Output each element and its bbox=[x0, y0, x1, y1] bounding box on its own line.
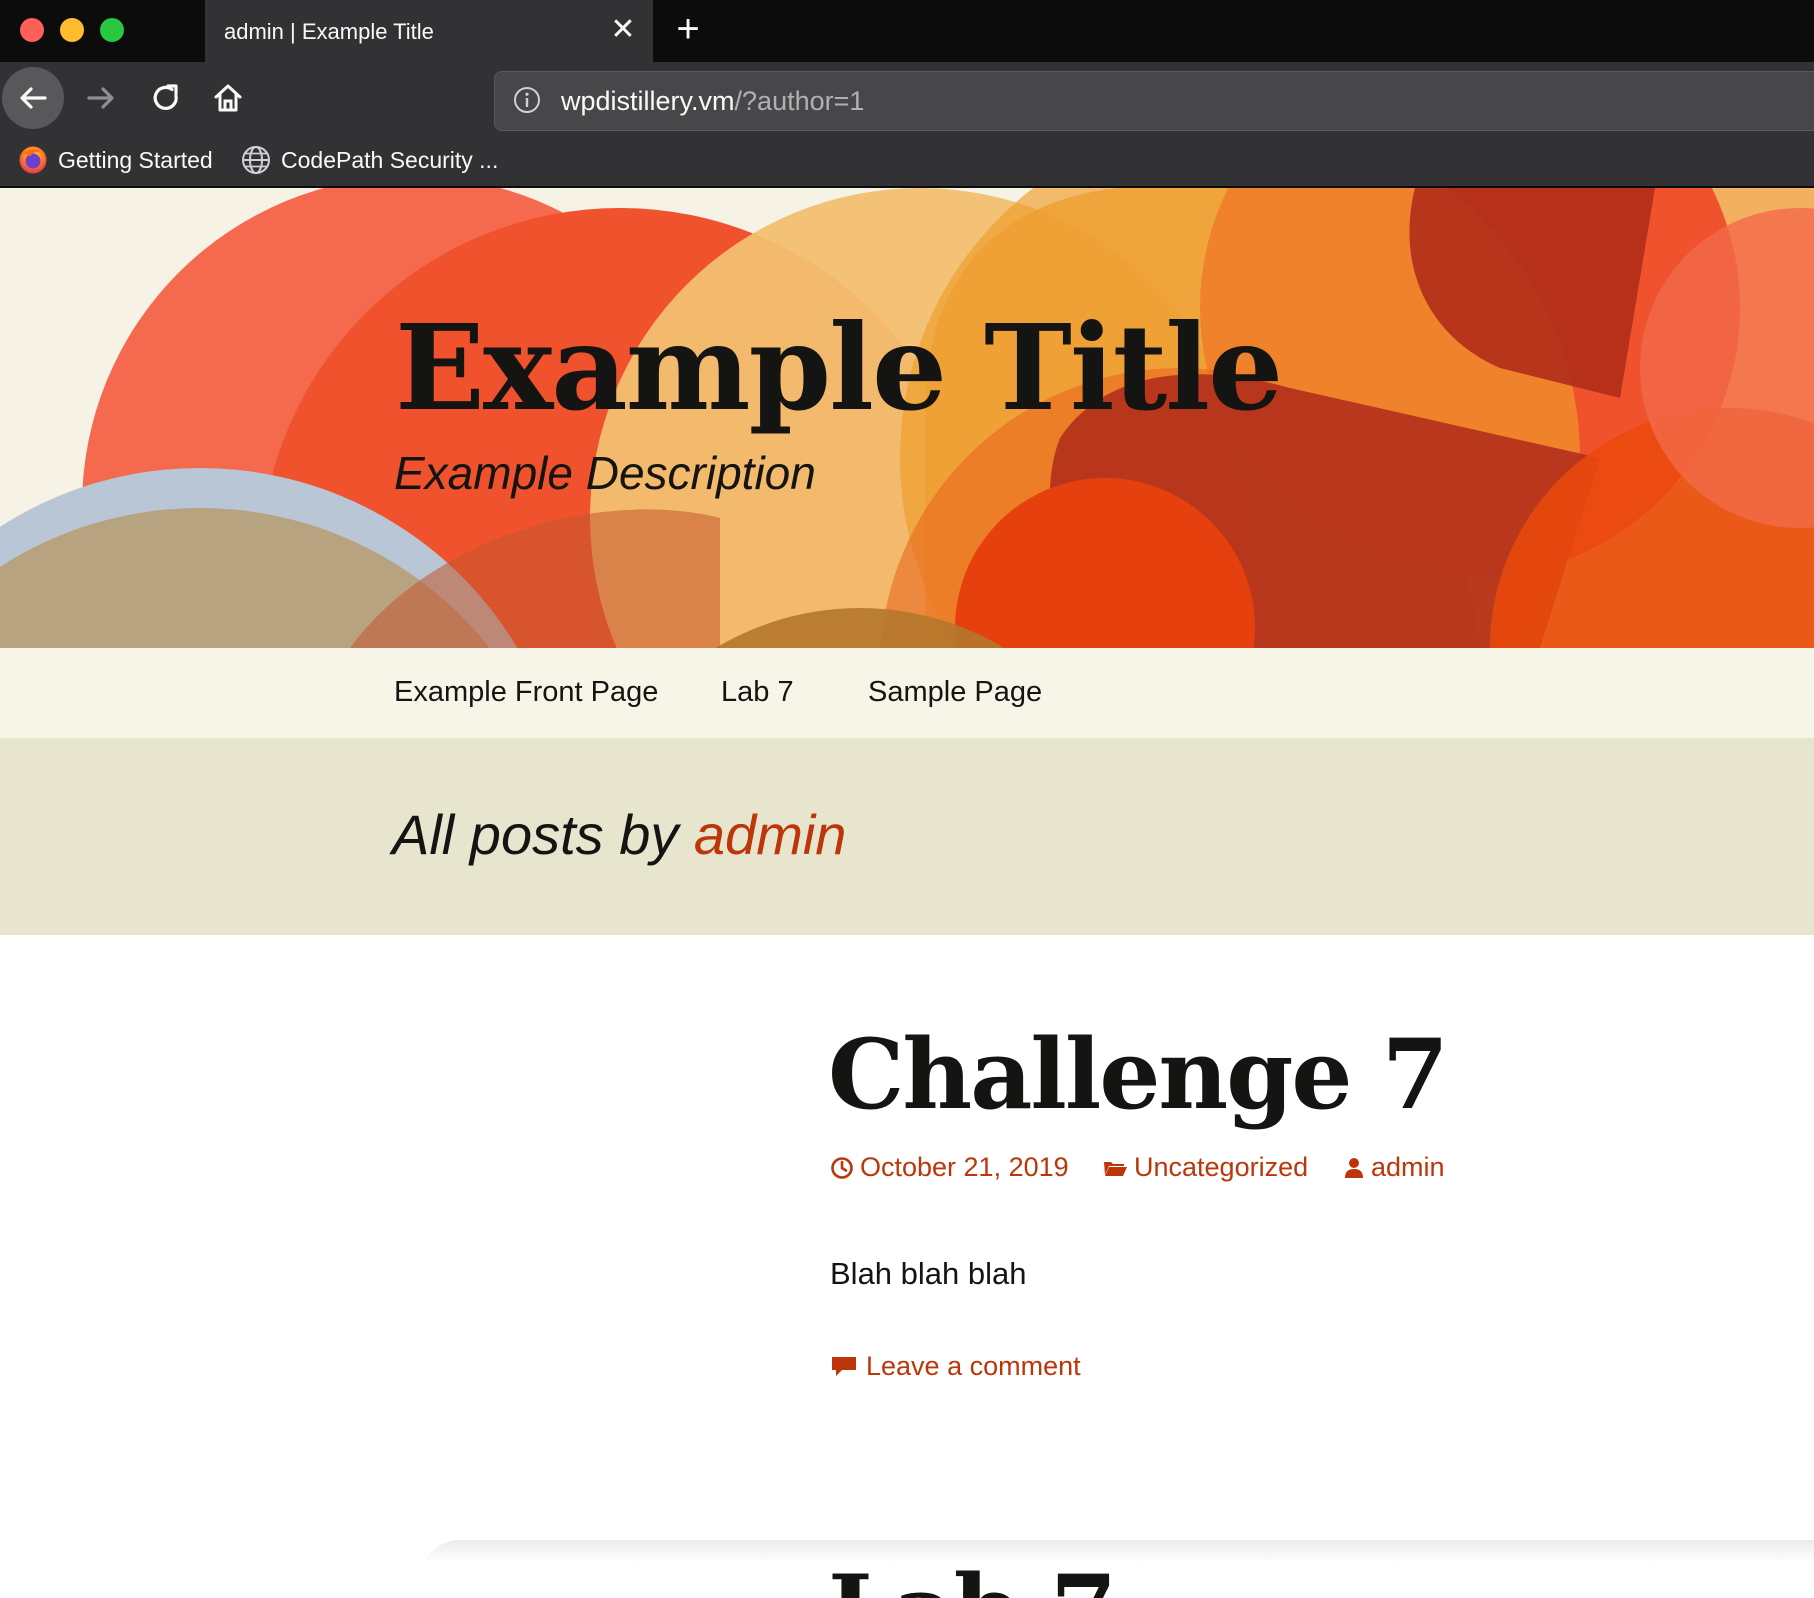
url-text[interactable]: wpdistillery.vm/?author=1 bbox=[561, 86, 864, 117]
bookmark-codepath-security[interactable]: CodePath Security ... bbox=[241, 144, 498, 176]
home-icon bbox=[214, 84, 242, 112]
address-bar[interactable]: wpdistillery.vm/?author=1 bbox=[494, 71, 1814, 131]
next-post-title[interactable]: Lab 7 bbox=[828, 1554, 1117, 1598]
post-category: Uncategorized bbox=[1134, 1152, 1309, 1182]
folder-icon bbox=[1104, 1161, 1127, 1176]
post-content: Blah blah blah bbox=[830, 1256, 1027, 1291]
post-title[interactable]: Challenge 7 bbox=[828, 1018, 1449, 1131]
globe-icon bbox=[242, 146, 270, 174]
post-author-link[interactable]: admin bbox=[1343, 1152, 1445, 1183]
browser-tab-bar: admin | Example Title ✕ + bbox=[0, 0, 1814, 62]
browser-toolbar: wpdistillery.vm/?author=1 bbox=[0, 62, 1814, 134]
post-date: October 21, 2019 bbox=[860, 1152, 1069, 1182]
archive-title-prefix: All posts by bbox=[392, 803, 694, 866]
url-path: /?author=1 bbox=[734, 86, 865, 116]
reload-button[interactable] bbox=[135, 67, 197, 129]
user-icon bbox=[1345, 1157, 1363, 1178]
post-author: admin bbox=[1371, 1152, 1445, 1182]
site-description: Example Description bbox=[394, 447, 816, 499]
plus-icon[interactable]: + bbox=[668, 9, 708, 50]
bookmarks-toolbar: Getting Started CodePath Security ... bbox=[0, 134, 1814, 186]
next-post: Lab 7 bbox=[0, 1540, 1814, 1598]
browser-tab[interactable]: admin | Example Title ✕ bbox=[205, 0, 653, 62]
bookmark-label: CodePath Security ... bbox=[281, 146, 499, 173]
post-separator bbox=[420, 1540, 1814, 1598]
firefox-icon bbox=[19, 146, 47, 174]
leave-comment-label: Leave a comment bbox=[866, 1351, 1081, 1381]
reload-icon bbox=[153, 84, 178, 110]
info-icon[interactable] bbox=[513, 86, 541, 114]
leave-comment-link[interactable]: Leave a comment bbox=[830, 1351, 1081, 1382]
menu-item-lab-7[interactable]: Lab 7 bbox=[721, 676, 794, 709]
window-zoom-button[interactable] bbox=[100, 18, 124, 42]
window-minimize-button[interactable] bbox=[60, 18, 84, 42]
menu-item-sample-page[interactable]: Sample Page bbox=[868, 676, 1042, 709]
home-button[interactable] bbox=[197, 67, 259, 129]
archive-title: All posts by admin bbox=[392, 802, 846, 867]
post-date-link[interactable]: October 21, 2019 bbox=[830, 1152, 1069, 1183]
url-host: wpdistillery.vm bbox=[561, 86, 735, 116]
forward-button[interactable] bbox=[70, 67, 132, 129]
comment-icon bbox=[832, 1356, 856, 1376]
post-category-link[interactable]: Uncategorized bbox=[1102, 1152, 1308, 1183]
archive-author-link[interactable]: admin bbox=[694, 803, 847, 866]
archive-header: All posts by admin bbox=[0, 738, 1814, 935]
bookmark-getting-started[interactable]: Getting Started bbox=[18, 144, 213, 176]
primary-navigation: Example Front Page Lab 7 Sample Page bbox=[0, 648, 1814, 738]
close-icon[interactable]: ✕ bbox=[607, 14, 639, 46]
site-title[interactable]: Example Title bbox=[395, 298, 1283, 437]
tab-title: admin | Example Title bbox=[224, 19, 434, 44]
arrow-right-icon bbox=[87, 87, 114, 109]
site-header[interactable]: Example Title Example Description bbox=[0, 188, 1814, 648]
back-button[interactable] bbox=[2, 67, 64, 129]
menu-item-example-front-page[interactable]: Example Front Page bbox=[394, 676, 658, 709]
bookmark-label: Getting Started bbox=[58, 146, 213, 173]
clock-icon bbox=[831, 1156, 853, 1179]
window-close-button[interactable] bbox=[20, 18, 44, 42]
arrow-left-icon bbox=[20, 87, 47, 109]
